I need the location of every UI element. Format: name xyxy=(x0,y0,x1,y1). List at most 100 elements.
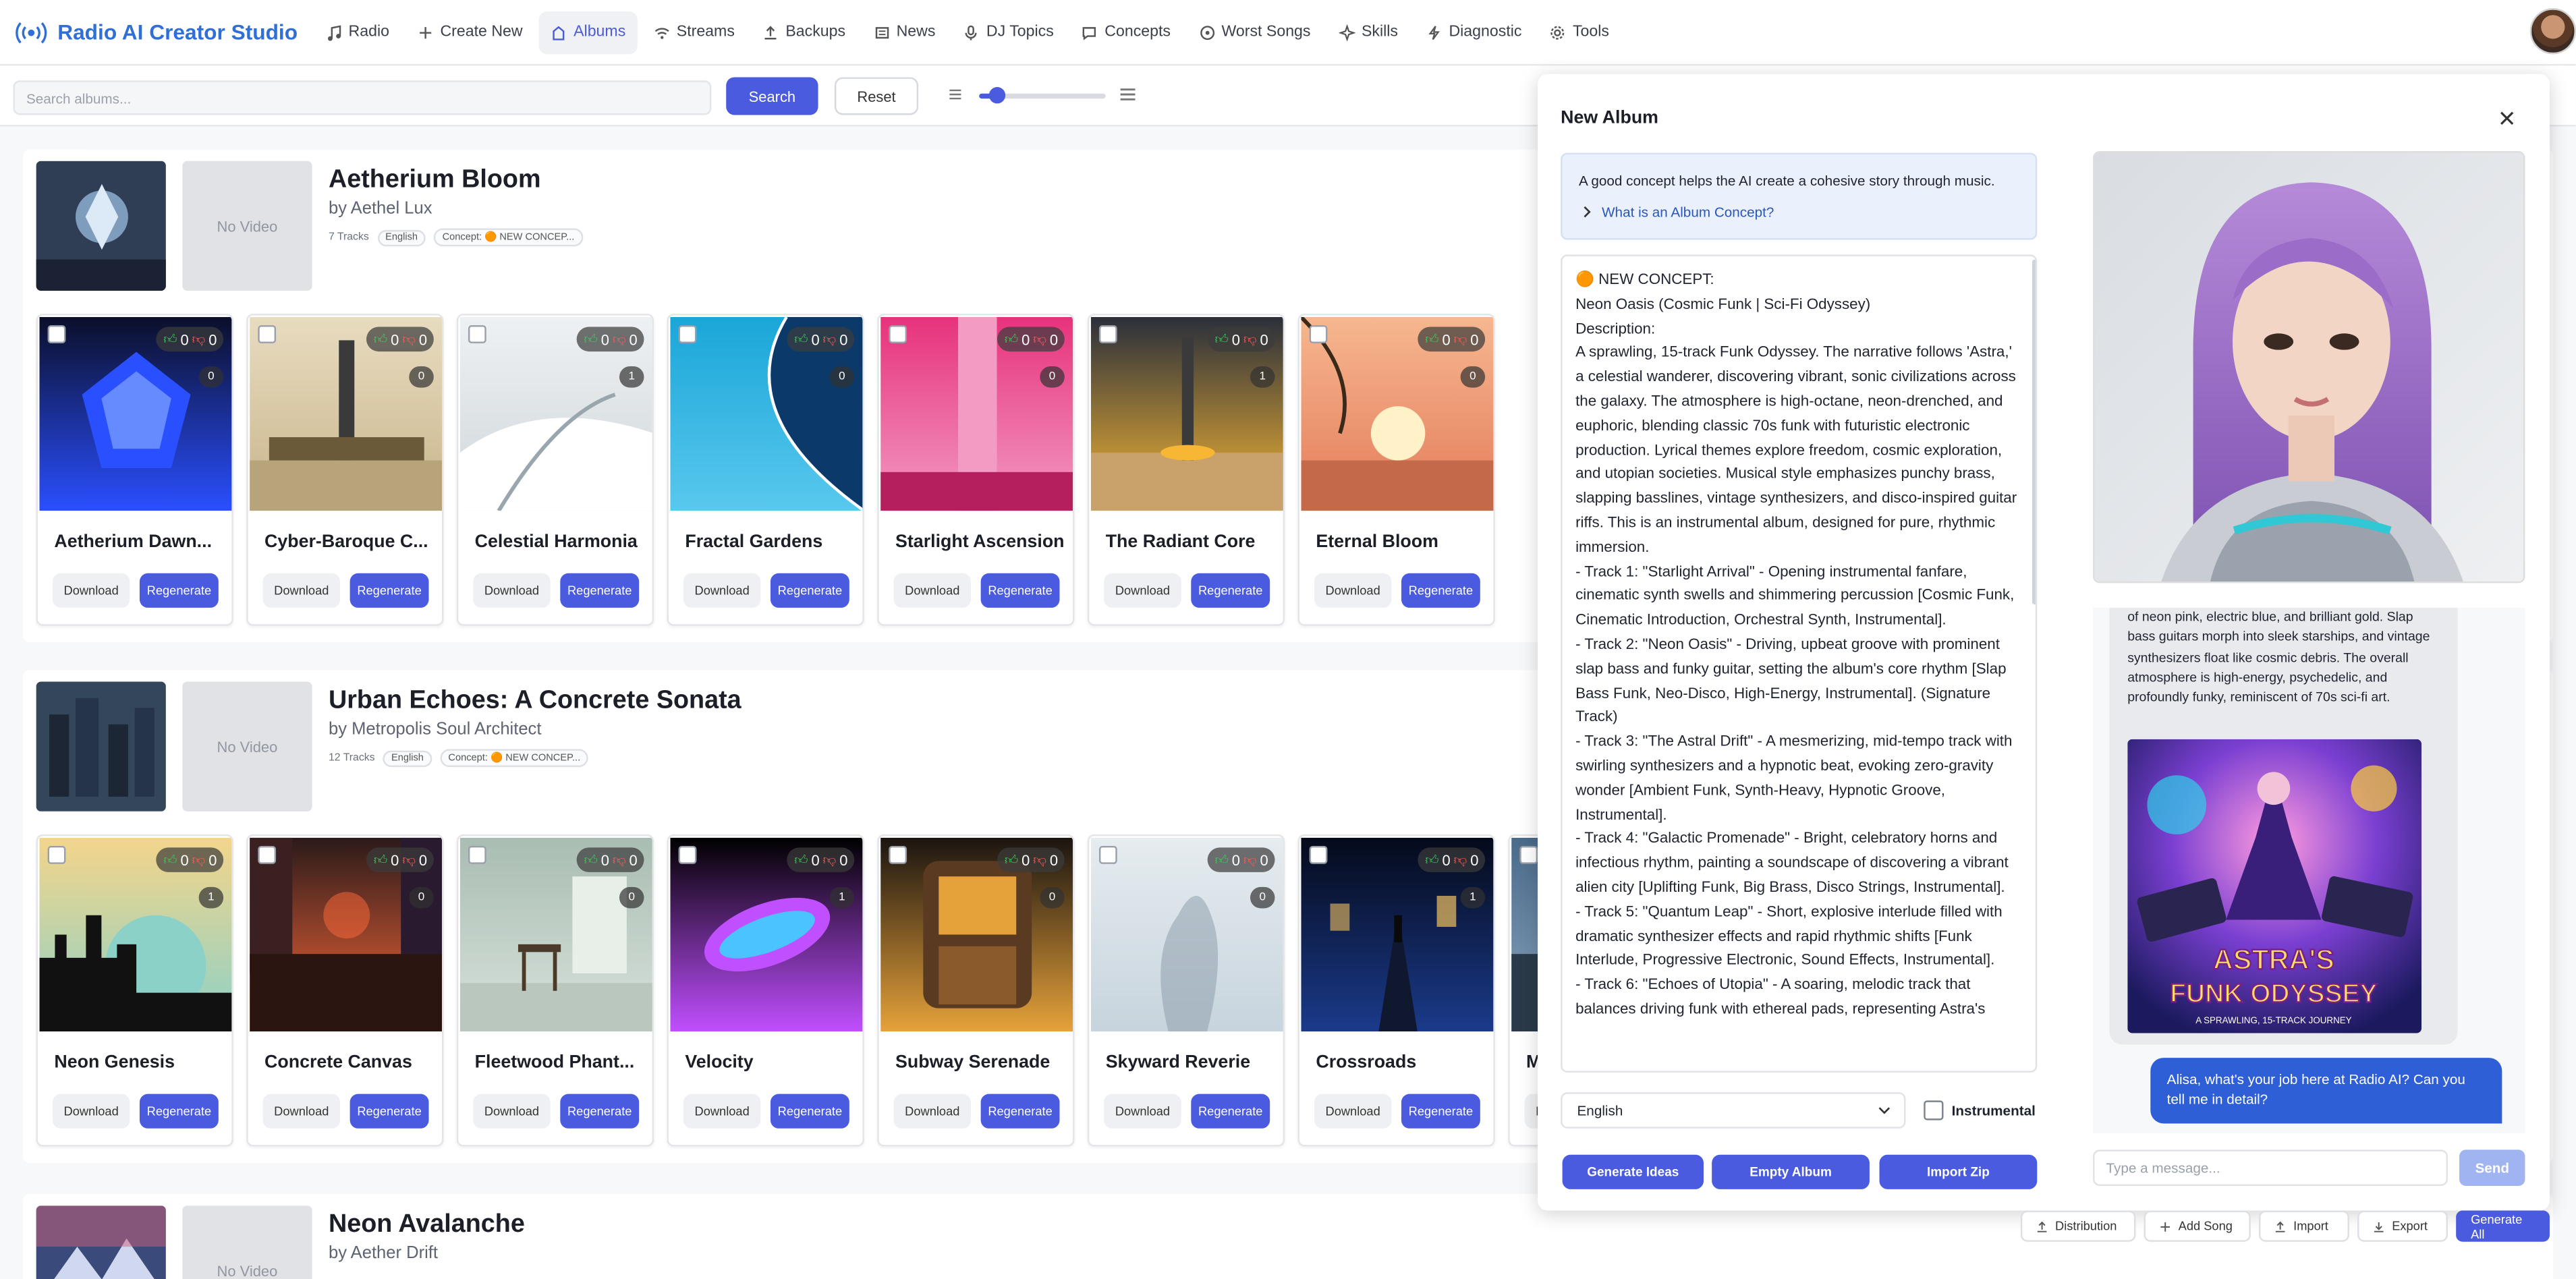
nav-item-create-new[interactable]: Create New xyxy=(405,11,534,53)
generate-all-button[interactable]: Generate All xyxy=(2456,1210,2550,1242)
download-button[interactable]: Download xyxy=(1104,573,1181,608)
track-select-checkbox[interactable] xyxy=(1519,845,1538,864)
thumbs-up-icon[interactable]: 👍︎ xyxy=(1425,331,1438,347)
download-button[interactable]: Download xyxy=(683,573,761,608)
thumbs-up-icon[interactable]: 👍︎ xyxy=(1215,331,1229,347)
album-cover-image[interactable] xyxy=(36,1205,166,1279)
brand[interactable]: Radio AI Creator Studio xyxy=(15,20,298,45)
track-select-checkbox[interactable] xyxy=(1309,325,1328,343)
track-card[interactable]: 👍︎ 0 👎︎ 0 0 Starlight Ascension Download Regene… xyxy=(877,314,1075,626)
track-card[interactable]: 👍︎ 0 👎︎ 0 0 Concrete Canvas Download Regenerate xyxy=(246,834,444,1147)
download-button[interactable]: Download xyxy=(473,573,551,608)
nav-item-backups[interactable]: Backups xyxy=(751,11,857,53)
regenerate-button[interactable]: Regenerate xyxy=(1401,573,1480,608)
export-button[interactable]: Export xyxy=(2357,1210,2448,1242)
nav-item-skills[interactable]: Skills xyxy=(1327,11,1409,53)
regenerate-button[interactable]: Regenerate xyxy=(349,573,429,608)
concept-badge[interactable]: Concept: 🟠 NEW CONCEP... xyxy=(440,749,589,768)
download-button[interactable]: Download xyxy=(52,573,130,608)
track-select-checkbox[interactable] xyxy=(1098,325,1117,343)
track-select-checkbox[interactable] xyxy=(258,325,277,343)
track-card[interactable]: 👍︎ 0 👎︎ 0 1 Crossroads Download Regenerate xyxy=(1297,834,1495,1147)
list-small-icon[interactable] xyxy=(948,87,963,102)
thumbs-up-icon[interactable]: 👍︎ xyxy=(794,851,808,868)
slider-thumb[interactable] xyxy=(988,87,1006,104)
regenerate-button[interactable]: Regenerate xyxy=(1191,573,1270,608)
concept-textarea[interactable]: 🟠 NEW CONCEPT: Neon Oasis (Cosmic Funk |… xyxy=(1561,254,2038,1073)
track-card[interactable]: 👍︎ 0 👎︎ 0 1 The Radiant Core Download Regenerat… xyxy=(1087,314,1285,626)
track-select-checkbox[interactable] xyxy=(258,845,277,864)
thumbs-up-icon[interactable]: 👍︎ xyxy=(1005,851,1018,868)
regenerate-button[interactable]: Regenerate xyxy=(1401,1093,1480,1129)
album-cover-image[interactable] xyxy=(36,161,166,291)
import-button[interactable]: Import xyxy=(2258,1210,2349,1242)
regenerate-button[interactable]: Regenerate xyxy=(980,573,1060,608)
user-avatar[interactable] xyxy=(2529,8,2576,55)
track-card[interactable]: 👍︎ 0 👎︎ 0 1 Celestial Harmonia Download Regener… xyxy=(456,314,654,626)
nav-item-worst-songs[interactable]: Worst Songs xyxy=(1187,11,1322,53)
thumbs-up-icon[interactable]: 👍︎ xyxy=(1005,331,1018,347)
thumbs-down-icon[interactable]: 👎︎ xyxy=(402,851,416,868)
thumbs-up-icon[interactable]: 👍︎ xyxy=(163,851,177,868)
download-button[interactable]: Download xyxy=(1104,1093,1181,1129)
track-select-checkbox[interactable] xyxy=(1098,845,1117,864)
thumbs-down-icon[interactable]: 👎︎ xyxy=(613,851,626,868)
track-select-checkbox[interactable] xyxy=(889,845,907,864)
track-card[interactable]: 👍︎ 0 👎︎ 0 0 Skyward Reverie Download Regenerate xyxy=(1087,834,1285,1147)
download-button[interactable]: Download xyxy=(473,1093,551,1129)
concept-scrollbar[interactable] xyxy=(2032,259,2036,605)
thumbs-down-icon[interactable]: 👎︎ xyxy=(402,331,416,347)
search-input[interactable] xyxy=(13,80,712,115)
add-song-button[interactable]: Add Song xyxy=(2144,1210,2251,1242)
thumbs-down-icon[interactable]: 👎︎ xyxy=(192,331,206,347)
track-select-checkbox[interactable] xyxy=(1309,845,1328,864)
nav-item-radio[interactable]: Radio xyxy=(314,11,401,53)
thumbs-down-icon[interactable]: 👎︎ xyxy=(823,331,837,347)
album-poster-image[interactable]: ASTRA'S FUNK ODYSSEY A SPRAWLING, 15-TRA… xyxy=(2127,739,2422,1033)
nav-item-streams[interactable]: Streams xyxy=(642,11,746,53)
regenerate-button[interactable]: Regenerate xyxy=(560,1093,640,1129)
thumbs-up-icon[interactable]: 👍︎ xyxy=(374,851,387,868)
concept-badge[interactable]: Concept: 🟠 NEW CONCEP... xyxy=(434,228,583,247)
track-select-checkbox[interactable] xyxy=(678,325,697,343)
download-button[interactable]: Download xyxy=(893,573,972,608)
thumbs-down-icon[interactable]: 👎︎ xyxy=(613,331,626,347)
track-card[interactable]: 👍︎ 0 👎︎ 0 0 Cyber-Baroque C... Download Regener… xyxy=(246,314,444,626)
thumbs-down-icon[interactable]: 👎︎ xyxy=(1033,851,1046,868)
track-card[interactable]: 👍︎ 0 👎︎ 0 0 Fractal Gardens Download Regenerate xyxy=(667,314,864,626)
search-button[interactable]: Search xyxy=(726,77,818,115)
thumbs-up-icon[interactable]: 👍︎ xyxy=(584,331,598,347)
instrumental-checkbox[interactable] xyxy=(1924,1100,1944,1120)
distribution-button[interactable]: Distribution xyxy=(2020,1210,2136,1242)
thumbs-down-icon[interactable]: 👎︎ xyxy=(1243,331,1257,347)
thumbs-down-icon[interactable]: 👎︎ xyxy=(1454,851,1467,868)
regenerate-button[interactable]: Regenerate xyxy=(560,573,640,608)
track-card[interactable]: 👍︎ 0 👎︎ 0 1 Neon Genesis Download Regenerate xyxy=(36,834,233,1147)
download-button[interactable]: Download xyxy=(262,1093,341,1129)
nav-item-diagnostic[interactable]: Diagnostic xyxy=(1414,11,1533,53)
regenerate-button[interactable]: Regenerate xyxy=(139,1093,219,1129)
list-large-icon[interactable] xyxy=(1119,87,1137,102)
regenerate-button[interactable]: Regenerate xyxy=(1191,1093,1270,1129)
download-button[interactable]: Download xyxy=(683,1093,761,1129)
thumbs-down-icon[interactable]: 👎︎ xyxy=(1454,331,1467,347)
reset-button[interactable]: Reset xyxy=(834,77,919,115)
send-button[interactable]: Send xyxy=(2459,1149,2525,1186)
thumbs-up-icon[interactable]: 👍︎ xyxy=(1425,851,1438,868)
thumbs-up-icon[interactable]: 👍︎ xyxy=(794,331,808,347)
nav-item-tools[interactable]: Tools xyxy=(1538,11,1621,53)
thumbs-up-icon[interactable]: 👍︎ xyxy=(374,331,387,347)
empty-album-button[interactable]: Empty Album xyxy=(1712,1154,1870,1189)
track-card[interactable]: 👍︎ 0 👎︎ 0 0 Fleetwood Phant... Download Regener… xyxy=(456,834,654,1147)
thumbs-up-icon[interactable]: 👍︎ xyxy=(584,851,598,868)
track-select-checkbox[interactable] xyxy=(889,325,907,343)
track-card[interactable]: 👍︎ 0 👎︎ 0 0 Eternal Bloom Download Regenerate xyxy=(1297,314,1495,626)
concept-help-toggle[interactable]: What is an Album Concept? xyxy=(1582,204,1774,220)
regenerate-button[interactable]: Regenerate xyxy=(349,1093,429,1129)
thumbs-down-icon[interactable]: 👎︎ xyxy=(192,851,206,868)
track-card[interactable]: 👍︎ 0 👎︎ 0 0 Aetherium Dawn... Download Regenera… xyxy=(36,314,233,626)
nav-item-albums[interactable]: Albums xyxy=(538,10,638,54)
thumbs-down-icon[interactable]: 👎︎ xyxy=(1243,851,1257,868)
chat-input[interactable] xyxy=(2093,1149,2448,1186)
thumbs-up-icon[interactable]: 👍︎ xyxy=(1215,851,1229,868)
